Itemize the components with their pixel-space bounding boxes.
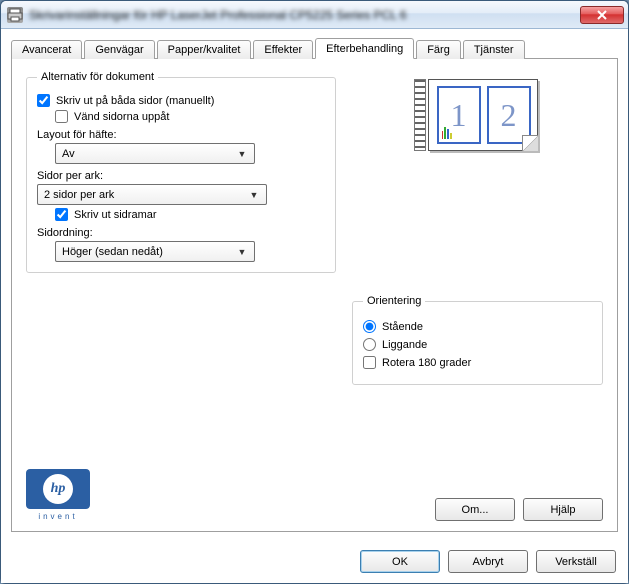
close-icon	[597, 10, 607, 20]
page-1-number: 1	[451, 97, 467, 134]
print-page-borders-checkbox[interactable]	[55, 208, 68, 221]
layout-preview: 1 2	[352, 71, 603, 155]
tab-paper-quality[interactable]: Papper/kvalitet	[157, 40, 252, 59]
dialog-window: Skrivarinställningar för HP LaserJet Pro…	[0, 0, 629, 584]
hp-logo-block: hp invent	[26, 469, 90, 521]
color-bars-icon	[442, 125, 452, 139]
landscape-radio[interactable]	[363, 338, 376, 351]
tab-strip: Avancerat Genvägar Papper/kvalitet Effek…	[11, 37, 618, 59]
booklet-layout-value: Av	[62, 148, 75, 160]
orientation-group: Orientering Stående Liggande Rotera 180 …	[352, 295, 603, 385]
binder-icon	[414, 79, 426, 151]
flip-pages-up-label: Vänd sidorna uppåt	[74, 111, 169, 123]
titlebar: Skrivarinställningar för HP LaserJet Pro…	[1, 1, 628, 29]
tab-effects[interactable]: Effekter	[253, 40, 313, 59]
printer-icon	[7, 7, 23, 23]
booklet-layout-label: Layout för häfte:	[37, 129, 325, 141]
tab-services[interactable]: Tjänster	[463, 40, 525, 59]
print-both-sides-label: Skriv ut på båda sidor (manuellt)	[56, 95, 214, 107]
help-button[interactable]: Hjälp	[523, 498, 603, 521]
hp-tagline: invent	[26, 512, 90, 521]
hp-logo: hp	[26, 469, 90, 509]
rotate-180-label: Rotera 180 grader	[382, 357, 471, 369]
page-order-label: Sidordning:	[37, 227, 325, 239]
tab-advanced[interactable]: Avancerat	[11, 40, 82, 59]
tab-color[interactable]: Färg	[416, 40, 461, 59]
hp-logo-text: hp	[43, 474, 73, 504]
orientation-legend: Orientering	[363, 295, 425, 307]
rotate-180-checkbox[interactable]	[363, 356, 376, 369]
sheet-icon: 1 2	[428, 79, 538, 151]
document-options-legend: Alternativ för dokument	[37, 71, 158, 83]
page-1-preview: 1	[437, 86, 481, 144]
about-button[interactable]: Om...	[435, 498, 515, 521]
portrait-label: Stående	[382, 321, 423, 333]
print-both-sides-checkbox[interactable]	[37, 94, 50, 107]
page-2-number: 2	[501, 97, 517, 134]
tab-panel-finishing: Alternativ för dokument Skriv ut på båda…	[11, 59, 618, 532]
chevron-down-icon: ▼	[234, 149, 250, 159]
pages-per-sheet-value: 2 sidor per ark	[44, 189, 114, 201]
page-order-select[interactable]: Höger (sedan nedåt) ▼	[55, 241, 255, 262]
page-order-value: Höger (sedan nedåt)	[62, 246, 163, 258]
print-page-borders-label: Skriv ut sidramar	[74, 209, 157, 221]
client-area: Avancerat Genvägar Papper/kvalitet Effek…	[1, 29, 628, 542]
landscape-label: Liggande	[382, 339, 427, 351]
cancel-button[interactable]: Avbryt	[448, 550, 528, 573]
close-button[interactable]	[580, 6, 624, 24]
window-title: Skrivarinställningar för HP LaserJet Pro…	[29, 8, 580, 22]
apply-button[interactable]: Verkställ	[536, 550, 616, 573]
tab-shortcuts[interactable]: Genvägar	[84, 40, 154, 59]
chevron-down-icon: ▼	[246, 190, 262, 200]
dogear-icon	[522, 135, 538, 151]
booklet-layout-select[interactable]: Av ▼	[55, 143, 255, 164]
ok-button[interactable]: OK	[360, 550, 440, 573]
portrait-radio[interactable]	[363, 320, 376, 333]
dialog-button-row: OK Avbryt Verkställ	[1, 542, 628, 583]
pages-per-sheet-select[interactable]: 2 sidor per ark ▼	[37, 184, 267, 205]
flip-pages-up-checkbox[interactable]	[55, 110, 68, 123]
document-options-group: Alternativ för dokument Skriv ut på båda…	[26, 71, 336, 273]
tab-finishing[interactable]: Efterbehandling	[315, 38, 414, 59]
chevron-down-icon: ▼	[234, 247, 250, 257]
pages-per-sheet-label: Sidor per ark:	[37, 170, 325, 182]
